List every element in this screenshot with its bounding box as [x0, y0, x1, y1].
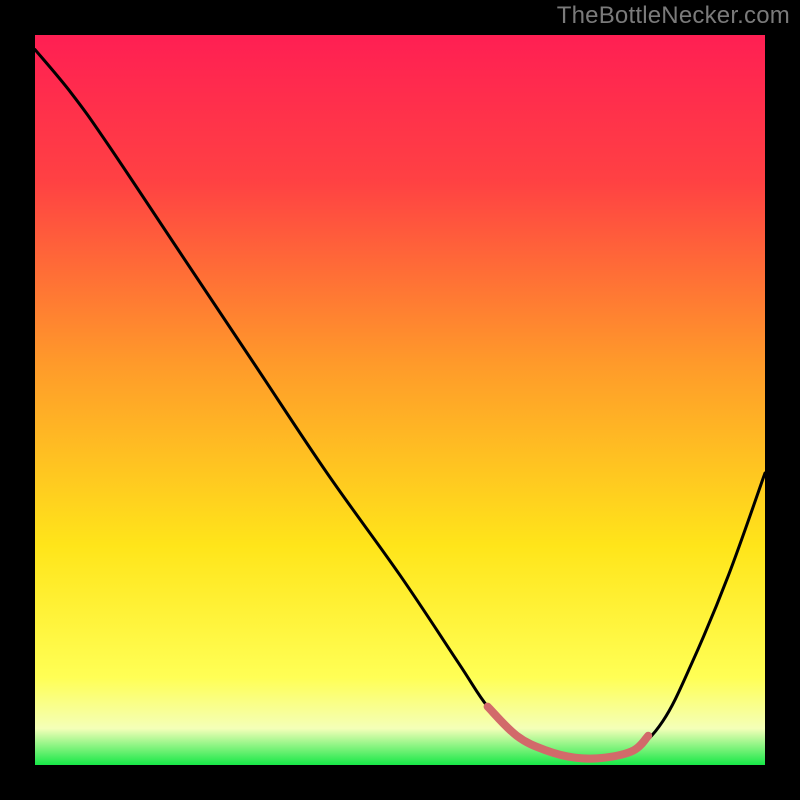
chart-frame: TheBottleNecker.com: [0, 0, 800, 800]
plot-area: [35, 35, 765, 765]
watermark-text: TheBottleNecker.com: [557, 2, 790, 30]
gradient-background: [35, 35, 765, 765]
bottleneck-chart: [35, 35, 765, 765]
